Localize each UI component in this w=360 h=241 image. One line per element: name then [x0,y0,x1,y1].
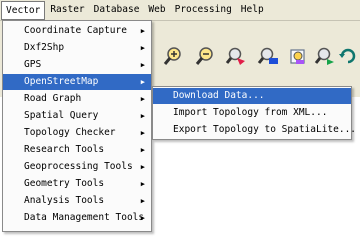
menu-item-dxf2shp[interactable]: Dxf2Shp ▶ [3,40,151,56]
submenu-arrow-icon: ▶ [140,61,145,69]
submenu-arrow-icon: ▶ [140,129,145,137]
menu-item-topology-checker[interactable]: Topology Checker ▶ [3,125,151,141]
menu-item-data-management-tools[interactable]: Data Management Tools ▶ [3,210,151,226]
menu-database[interactable]: Database [90,1,144,19]
menu-item-label: Dxf2Shp [24,42,65,53]
menu-processing[interactable]: Processing [171,1,236,19]
menu-item-geometry-tools[interactable]: Geometry Tools ▶ [3,176,151,192]
menu-item-label: Data Management Tools [24,212,145,223]
menu-item-label: Analysis Tools [24,195,105,206]
menu-item-openstreetmap[interactable]: OpenStreetMap ▶ [3,74,151,90]
menu-item-geoprocessing-tools[interactable]: Geoprocessing Tools ▶ [3,159,151,175]
submenu-arrow-icon: ▶ [140,180,145,188]
vector-menu: Coordinate Capture ▶ Dxf2Shp ▶ GPS ▶ Ope… [2,20,152,232]
menu-item-label: Research Tools [24,144,105,155]
menu-item-label: Topology Checker [24,127,116,138]
menu-item-research-tools[interactable]: Research Tools ▶ [3,142,151,158]
zoom-next-icon[interactable] [313,44,337,68]
menu-vector[interactable]: Vector [1,0,46,20]
submenu-arrow-icon: ▶ [140,44,145,52]
submenu-item-import-topology[interactable]: Import Topology from XML... [153,105,351,121]
menu-item-spatial-query[interactable]: Spatial Query ▶ [3,108,151,124]
menu-item-label: Spatial Query [24,110,99,121]
menu-item-label: GPS [24,59,42,70]
refresh-icon[interactable] [336,44,360,68]
menu-item-gps[interactable]: GPS ▶ [3,57,151,73]
menu-item-label: Road Graph [24,93,82,104]
submenu-arrow-icon: ▶ [140,27,145,35]
menu-item-label: Coordinate Capture [24,25,127,36]
submenu-arrow-icon: ▶ [140,163,145,171]
menu-bar: Vector Raster Database Web Processing He… [0,0,360,21]
zoom-out-icon[interactable] [193,44,217,68]
zoom-in-icon[interactable] [161,44,185,68]
menu-web[interactable]: Web [144,1,169,19]
submenu-item-download-data[interactable]: Download Data... [153,88,351,104]
submenu-arrow-icon: ▶ [140,112,145,120]
submenu-arrow-icon: ▶ [140,78,145,86]
submenu-arrow-icon: ▶ [140,214,145,222]
menu-item-analysis-tools[interactable]: Analysis Tools ▶ [3,193,151,209]
zoom-to-layer-icon[interactable] [256,44,280,68]
submenu-arrow-icon: ▶ [140,95,145,103]
menu-help[interactable]: Help [237,1,268,19]
menu-raster[interactable]: Raster [46,1,88,19]
menu-item-label: Geometry Tools [24,178,105,189]
zoom-to-selection-icon[interactable] [224,44,248,68]
submenu-arrow-icon: ▶ [140,197,145,205]
menu-item-road-graph[interactable]: Road Graph ▶ [3,91,151,107]
menu-item-coordinate-capture[interactable]: Coordinate Capture ▶ [3,23,151,39]
menu-item-label: Geoprocessing Tools [24,161,133,172]
openstreetmap-submenu: Download Data... Import Topology from XM… [152,86,356,140]
menu-item-label: OpenStreetMap [24,76,99,87]
zoom-last-icon[interactable] [287,44,311,68]
submenu-arrow-icon: ▶ [140,146,145,154]
submenu-item-export-topology[interactable]: Export Topology to SpatiaLite... [153,122,356,138]
